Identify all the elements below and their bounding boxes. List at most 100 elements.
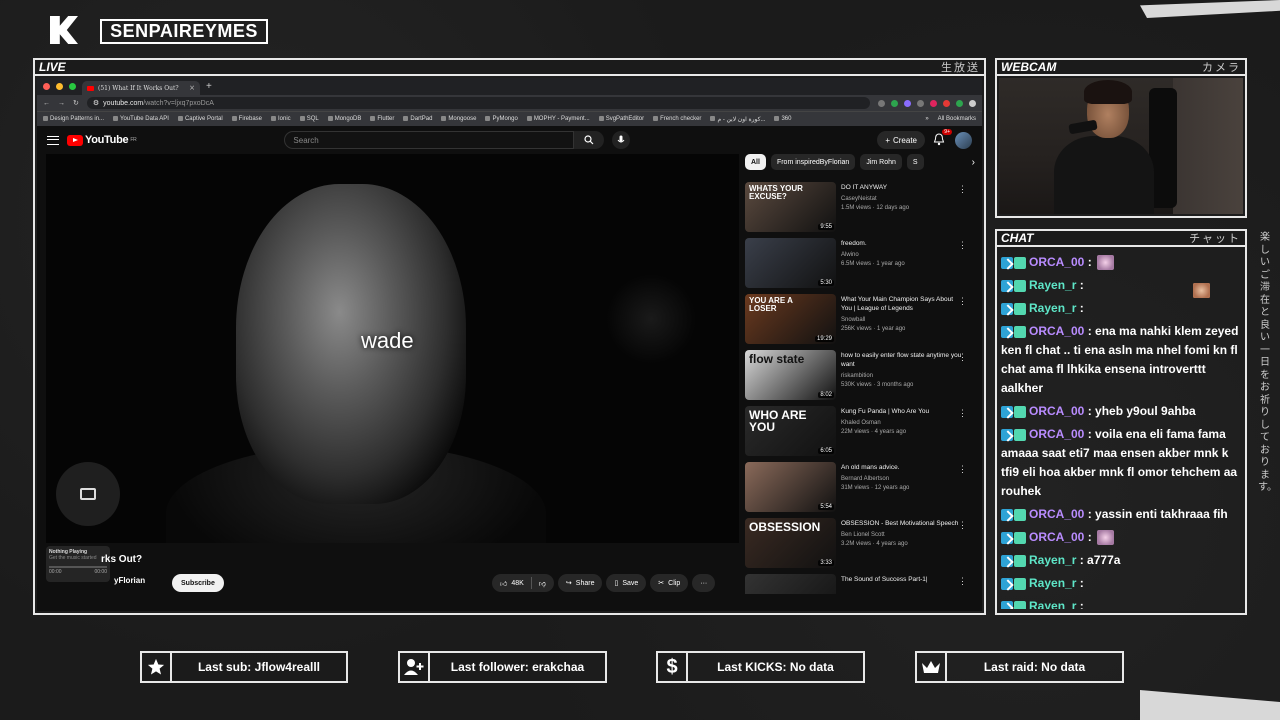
chat-username[interactable]: Rayen_r bbox=[1029, 553, 1076, 567]
recommendation-channel[interactable]: Alwino bbox=[841, 251, 963, 260]
chat-username[interactable]: ORCA_00 bbox=[1029, 427, 1084, 441]
notifications-button[interactable]: 9+ bbox=[933, 129, 952, 147]
close-window-icon[interactable] bbox=[43, 83, 50, 90]
more-options-icon[interactable]: ⋮ bbox=[958, 464, 967, 475]
more-options-icon[interactable]: ⋮ bbox=[958, 408, 967, 419]
video-thumbnail[interactable]: WHATS YOUR EXCUSE? 9:55 bbox=[745, 182, 836, 232]
chat-username[interactable]: Rayen_r bbox=[1029, 278, 1076, 292]
more-options-icon[interactable]: ⋮ bbox=[958, 352, 967, 363]
recommendation-channel[interactable]: CaseyNeistat bbox=[841, 195, 963, 204]
recommendation-item[interactable]: 5:30 freedom. Alwino 6.5M views · 1 year ag… bbox=[745, 238, 975, 290]
video-player[interactable]: wade bbox=[46, 154, 739, 543]
filter-chip[interactable]: From inspiredByFlorian bbox=[770, 154, 856, 170]
chevron-right-icon[interactable]: › bbox=[972, 154, 975, 170]
recommendation-title[interactable]: The Sound of Success Part-1| bbox=[841, 576, 963, 585]
create-button[interactable]: + Create bbox=[877, 131, 925, 149]
video-thumbnail[interactable] bbox=[745, 574, 836, 594]
recommendation-item[interactable]: The Sound of Success Part-1| ⋮ bbox=[745, 574, 975, 594]
minimize-window-icon[interactable] bbox=[56, 83, 63, 90]
avatar[interactable] bbox=[955, 131, 972, 149]
youtube-logo[interactable]: YouTube FR bbox=[67, 134, 137, 146]
thumbs-down-icon[interactable]: 👎︎ bbox=[539, 579, 546, 588]
extension-icon[interactable] bbox=[904, 99, 911, 107]
extension-icon[interactable] bbox=[943, 99, 950, 107]
recommendation-item[interactable]: WHATS YOUR EXCUSE? 9:55 DO IT ANYWAY CaseyN… bbox=[745, 182, 975, 234]
bookmark-item[interactable]: Firebase bbox=[231, 115, 262, 122]
video-thumbnail[interactable]: flow state 8:02 bbox=[745, 350, 836, 400]
bookmark-item[interactable]: Ionic bbox=[271, 115, 291, 122]
filter-chip[interactable]: Jim Rohn bbox=[860, 154, 902, 170]
recommendation-item[interactable]: flow state 8:02 how to easily enter flow s… bbox=[745, 350, 975, 402]
share-button[interactable]: ↪ Share bbox=[557, 574, 603, 592]
bookmark-item[interactable]: Captive Portal bbox=[177, 115, 223, 122]
more-options-icon[interactable]: ⋮ bbox=[958, 184, 967, 195]
subscribe-button[interactable]: Subscribe bbox=[172, 574, 224, 592]
chat-username[interactable]: Rayen_r bbox=[1029, 599, 1076, 609]
filter-chip[interactable]: S bbox=[906, 154, 924, 170]
chat-username[interactable]: ORCA_00 bbox=[1029, 324, 1084, 338]
more-options-icon[interactable]: ⋮ bbox=[958, 240, 967, 251]
bookmark-item[interactable]: DartPad bbox=[403, 115, 432, 122]
site-info-icon[interactable]: ⚙ bbox=[93, 99, 99, 107]
bookmark-item[interactable]: YouTube Data API bbox=[113, 115, 169, 122]
save-button[interactable]: ▯ Save bbox=[606, 574, 647, 592]
channel-name-link[interactable]: yFlorian bbox=[114, 576, 145, 585]
more-actions-button[interactable]: ··· bbox=[692, 574, 716, 592]
recommendation-title[interactable]: OBSESSION - Best Motivational Speech bbox=[841, 520, 963, 529]
recommendation-channel[interactable]: Snowball bbox=[841, 316, 963, 325]
bookmark-item[interactable]: SQL bbox=[299, 115, 319, 122]
recommendation-item[interactable]: OBSESSION 3:33 OBSESSION - Best Motivation… bbox=[745, 518, 975, 570]
chat-username[interactable]: Rayen_r bbox=[1029, 576, 1076, 590]
new-tab-button[interactable]: + bbox=[206, 81, 212, 92]
bookmark-item[interactable]: 360 bbox=[774, 115, 791, 122]
search-button[interactable] bbox=[574, 131, 605, 149]
search-input[interactable]: Search bbox=[284, 131, 575, 149]
bookmark-item[interactable]: Mongoose bbox=[441, 115, 476, 122]
video-thumbnail[interactable]: 5:30 bbox=[745, 238, 836, 288]
extension-icon[interactable] bbox=[956, 99, 963, 107]
tab-close-icon[interactable]: × bbox=[189, 84, 195, 92]
music-widget-button[interactable] bbox=[56, 462, 120, 526]
recommendation-title[interactable]: freedom. bbox=[841, 240, 963, 249]
recommendation-title[interactable]: What Your Main Champion Says About You |… bbox=[841, 296, 963, 314]
video-thumbnail[interactable]: WHO ARE YOU 6:05 bbox=[745, 406, 836, 456]
more-options-icon[interactable]: ⋮ bbox=[958, 520, 967, 531]
bookmark-item[interactable]: PyMongo bbox=[485, 115, 518, 122]
chat-username[interactable]: ORCA_00 bbox=[1029, 255, 1084, 269]
clip-button[interactable]: ✂ Clip bbox=[650, 574, 689, 592]
recommendation-channel[interactable]: riskambition bbox=[841, 372, 963, 381]
browser-tab[interactable]: (51) What If It Works Out? × bbox=[82, 81, 200, 95]
profile-icon[interactable] bbox=[969, 99, 976, 107]
back-icon[interactable]: ← bbox=[43, 100, 50, 107]
recommendation-title[interactable]: DO IT ANYWAY bbox=[841, 184, 963, 193]
bookmark-item[interactable]: Design Patterns in... bbox=[43, 115, 104, 122]
recommendation-item[interactable]: WHO ARE YOU 6:05 Kung Fu Panda | Who Are Y… bbox=[745, 406, 975, 458]
more-options-icon[interactable]: ⋮ bbox=[958, 576, 967, 587]
recommendation-item[interactable]: 5:54 An old mans advice. Bernard Albertson… bbox=[745, 462, 975, 514]
chat-username[interactable]: Rayen_r bbox=[1029, 301, 1076, 315]
url-field[interactable]: ⚙ youtube.com/watch?v=ljxq7pxoDcA bbox=[86, 97, 870, 109]
recommendation-channel[interactable]: Khaled Osman bbox=[841, 419, 963, 428]
chat-username[interactable]: ORCA_00 bbox=[1029, 507, 1084, 521]
maximize-window-icon[interactable] bbox=[69, 83, 76, 90]
bookmark-item[interactable]: MOPHY - Payment... bbox=[526, 115, 590, 122]
extension-icon[interactable] bbox=[891, 99, 898, 107]
bookmark-item[interactable]: SvgPathEditor bbox=[598, 115, 644, 122]
extension-icon[interactable] bbox=[917, 99, 924, 107]
bookmark-item[interactable]: Flutter bbox=[370, 115, 394, 122]
bookmarks-overflow-button[interactable]: » bbox=[925, 116, 928, 122]
bookmark-item[interactable]: French checker bbox=[653, 115, 701, 122]
video-thumbnail[interactable]: OBSESSION 3:33 bbox=[745, 518, 836, 568]
extension-icon[interactable] bbox=[878, 99, 885, 107]
bookmark-item[interactable]: MongoDB bbox=[327, 115, 361, 122]
voice-search-button[interactable] bbox=[612, 131, 631, 149]
recommendation-title[interactable]: Kung Fu Panda | Who Are You bbox=[841, 408, 963, 417]
recommendation-title[interactable]: An old mans advice. bbox=[841, 464, 963, 473]
recommendation-item[interactable]: YOU ARE A LOSER 19:29 What Your Main Champ… bbox=[745, 294, 975, 346]
reload-icon[interactable]: ↻ bbox=[73, 99, 79, 107]
recommendation-title[interactable]: how to easily enter flow state anytime y… bbox=[841, 352, 963, 370]
extension-icon[interactable] bbox=[930, 99, 937, 107]
video-thumbnail[interactable]: YOU ARE A LOSER 19:29 bbox=[745, 294, 836, 344]
recommendation-channel[interactable]: Bernard Albertson bbox=[841, 475, 963, 484]
video-thumbnail[interactable]: 5:54 bbox=[745, 462, 836, 512]
